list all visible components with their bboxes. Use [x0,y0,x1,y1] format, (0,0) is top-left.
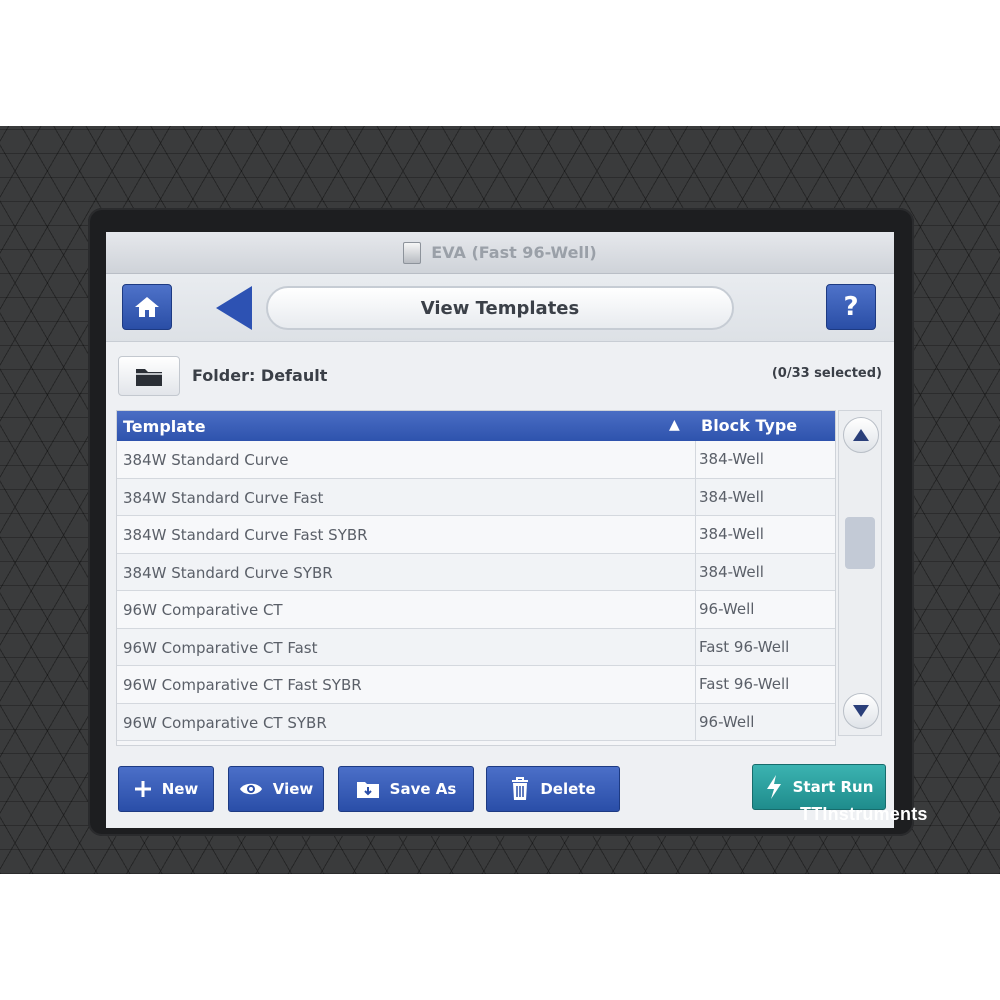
table-body: 384W Standard Curve 384-Well 384W Standar… [117,441,835,741]
column-divider [695,441,696,478]
scroll-down-button[interactable] [843,693,879,729]
block-type-cell: 384-Well [699,450,764,468]
template-cell: 96W Comparative CT SYBR [123,713,327,732]
template-cell: 384W Standard Curve SYBR [123,563,333,582]
save-as-icon [356,782,379,798]
block-type-cell: Fast 96-Well [699,637,790,656]
template-cell: 384W Standard Curve [123,451,289,469]
block-type-cell: Fast 96-Well [699,675,790,693]
table-row[interactable]: 384W Standard Curve Fast 384-Well [117,478,835,516]
home-button[interactable] [122,284,172,330]
column-header-block-type[interactable]: Block Type [701,416,797,435]
watermark-text: TTInstruments [800,804,928,824]
folder-button[interactable] [118,356,180,396]
plus-icon [134,781,151,797]
help-button[interactable]: ? [826,284,876,330]
nav-bar: View Templates ? [106,274,894,342]
table-row[interactable]: 96W Comparative CT Fast SYBR Fast 96-Well [117,666,835,704]
scroll-down-icon [853,705,869,717]
home-icon [135,297,159,317]
lightning-icon [766,775,781,799]
new-button[interactable]: New [118,766,214,812]
column-divider [695,478,696,515]
table-header: Template ▲ Block Type [117,411,835,441]
scroll-up-icon [853,429,869,441]
page-title: View Templates [266,286,734,330]
templates-table: Template ▲ Block Type 384W Standard Curv… [116,410,836,746]
title-bar: EVA (Fast 96-Well) [106,232,894,274]
template-cell: 96W Comparative CT Fast SYBR [123,676,362,694]
template-cell: 96W Comparative CT [123,601,283,619]
table-row[interactable]: 96W Comparative CT Fast Fast 96-Well [117,628,835,666]
trash-icon [512,777,529,800]
view-button[interactable]: View [228,766,324,812]
column-divider [695,628,696,665]
block-type-cell: 96-Well [699,712,755,731]
delete-button-label: Delete [540,780,596,798]
column-divider [695,591,696,628]
bottom-toolbar: New View Save As Delete Start Run [106,760,894,820]
save-as-button[interactable]: Save As [338,766,474,812]
folder-label: Folder: Default [192,366,328,385]
view-button-label: View [272,780,314,798]
column-divider [695,516,696,553]
table-row[interactable]: 384W Standard Curve 384-Well [117,441,835,479]
sort-asc-icon: ▲ [669,417,680,433]
column-divider [695,666,696,703]
scroll-thumb[interactable] [845,517,875,569]
table-row[interactable]: 96W Comparative CT SYBR 96-Well [117,703,835,741]
delete-button[interactable]: Delete [486,766,620,812]
block-type-cell: 96-Well [699,600,755,618]
instrument-title: EVA (Fast 96-Well) [431,243,597,262]
scrollbar[interactable] [838,410,882,736]
start-run-button-label: Start Run [792,778,874,796]
save-as-button-label: Save As [389,780,457,798]
block-type-cell: 384-Well [699,487,764,506]
template-cell: 384W Standard Curve Fast SYBR [123,526,368,544]
selected-count: (0/33 selected) [771,366,882,381]
back-arrow-icon[interactable] [216,286,252,330]
block-type-cell: 384-Well [699,525,764,543]
folder-icon [136,369,162,386]
folder-row: Folder: Default (0/33 selected) [106,350,894,406]
new-button-label: New [161,780,199,798]
table-row[interactable]: 384W Standard Curve SYBR 384-Well [117,553,835,591]
instrument-icon [403,241,422,264]
template-cell: 384W Standard Curve Fast [123,488,324,507]
table-row[interactable]: 384W Standard Curve Fast SYBR 384-Well [117,516,835,554]
column-divider [695,703,696,740]
template-cell: 96W Comparative CT Fast [123,638,318,657]
table-row[interactable]: 96W Comparative CT 96-Well [117,591,835,629]
help-icon: ? [843,292,859,322]
scroll-up-button[interactable] [843,417,879,453]
block-type-cell: 384-Well [699,562,764,581]
column-divider [695,553,696,590]
touch-screen: EVA (Fast 96-Well) View Templates ? Fold [106,232,894,828]
photo-background: EVA (Fast 96-Well) View Templates ? Fold [0,0,1000,1000]
column-header-template[interactable]: Template [123,417,206,436]
eye-icon [239,783,262,795]
